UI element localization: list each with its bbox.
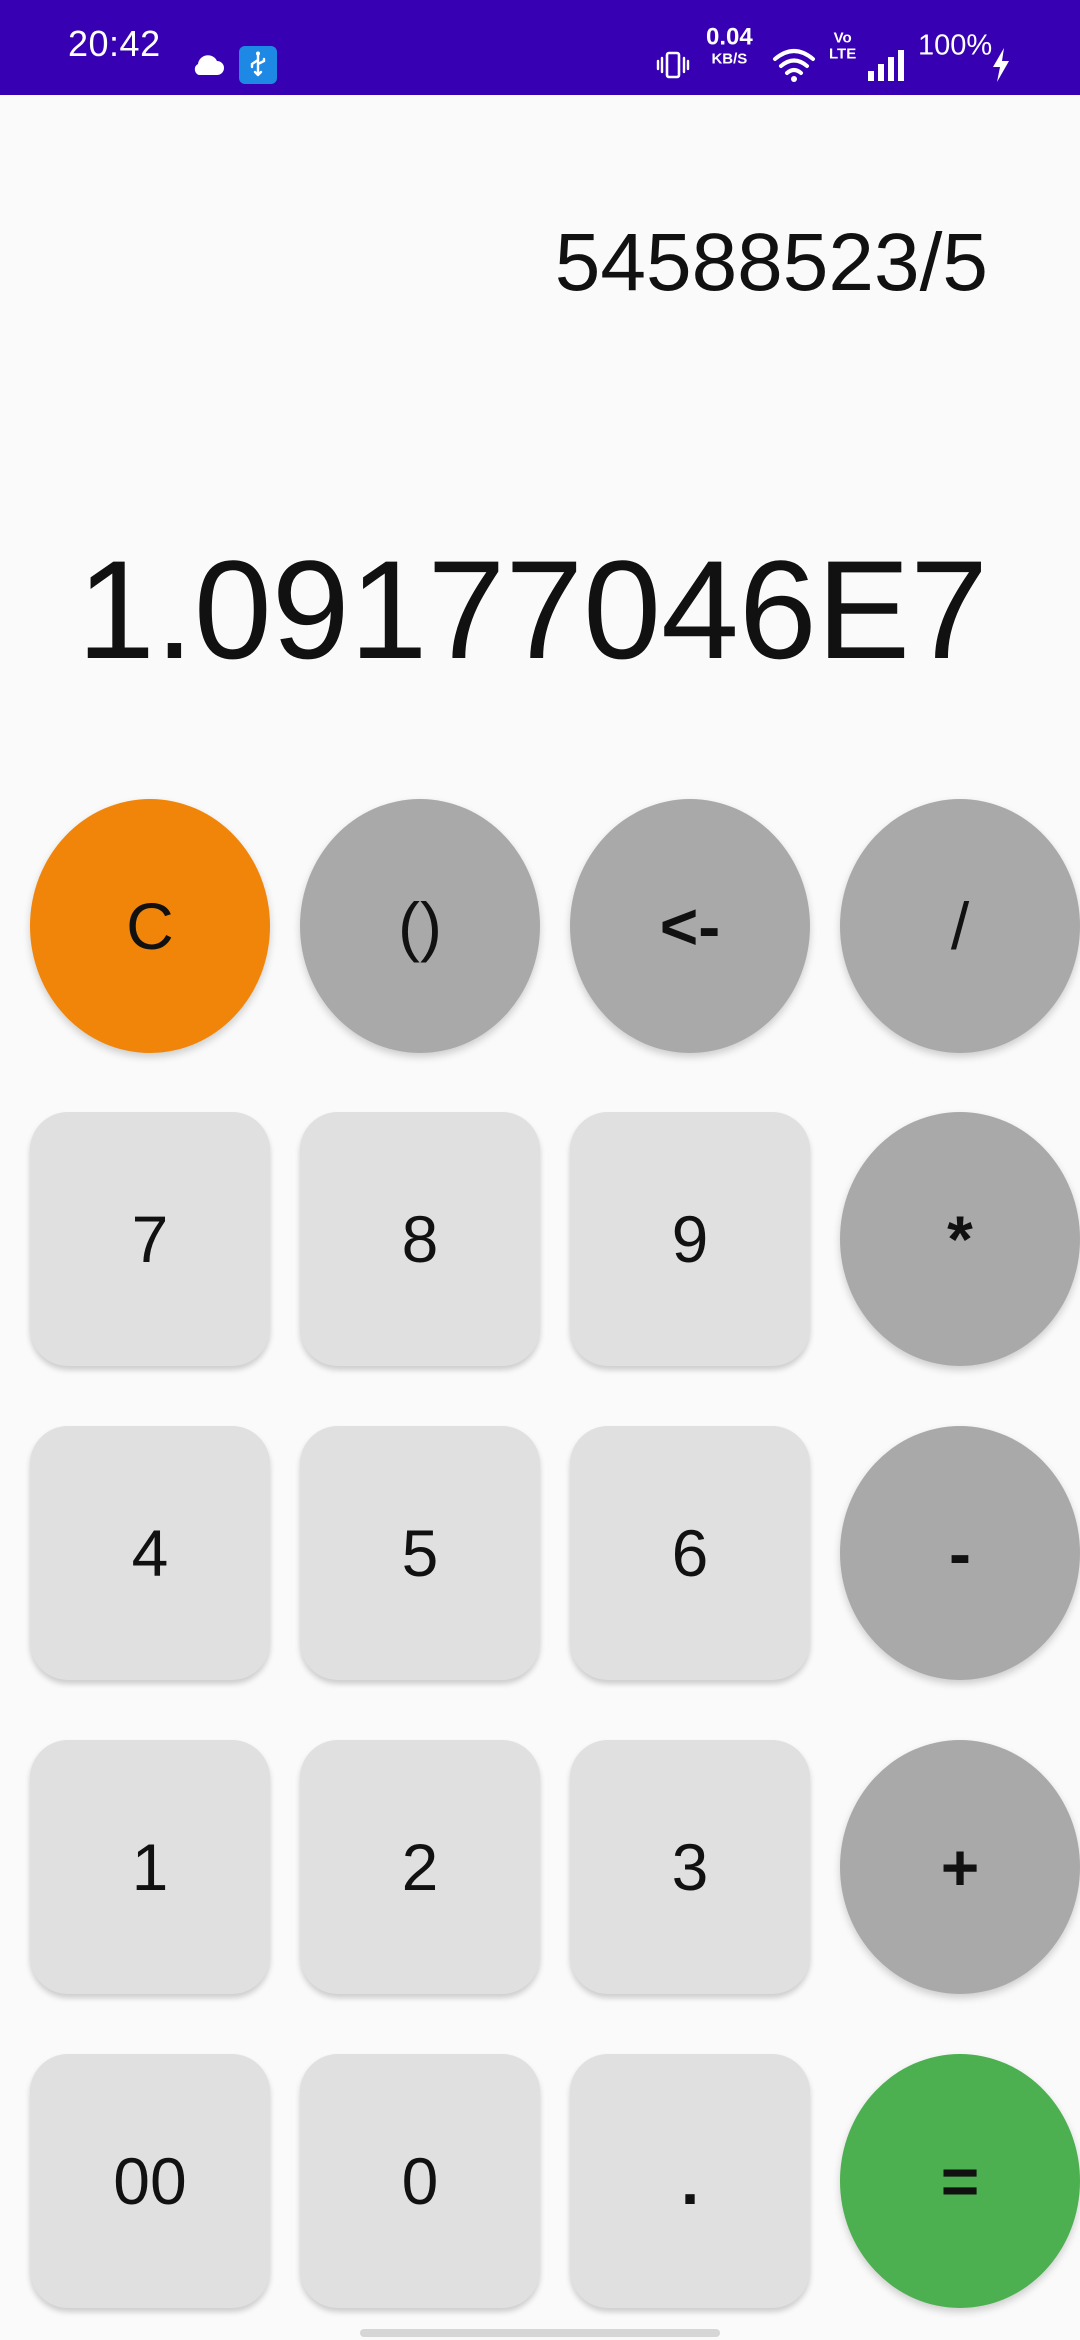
usb-icon (239, 46, 277, 84)
status-bar: 20:42 0.04 KB/S Vo LTE 100% (0, 0, 1080, 95)
charging-icon (990, 47, 1012, 83)
result-display: 1.09177046E7 (77, 531, 988, 688)
cloud-icon (190, 53, 224, 77)
parentheses-button[interactable]: () (300, 799, 540, 1053)
wifi-icon (772, 47, 816, 83)
multiply-button[interactable]: * (840, 1112, 1080, 1366)
backspace-button[interactable]: <- (570, 799, 810, 1053)
digit-5-button[interactable]: 5 (300, 1426, 540, 1680)
volte-indicator: Vo LTE (829, 30, 856, 62)
battery-percent: 100% (918, 29, 993, 62)
vibrate-icon (656, 48, 690, 82)
gesture-nav-handle[interactable] (360, 2329, 720, 2337)
network-speed-value: 0.04 (706, 23, 753, 51)
double-zero-button[interactable]: 00 (30, 2054, 270, 2308)
decimal-button[interactable]: . (570, 2054, 810, 2308)
divide-button[interactable]: / (840, 799, 1080, 1053)
expression-display: 54588523/5 (554, 217, 988, 308)
digit-2-button[interactable]: 2 (300, 1740, 540, 1994)
digit-1-button[interactable]: 1 (30, 1740, 270, 1994)
network-speed: 0.04 KB/S (706, 23, 753, 68)
add-button[interactable]: + (840, 1740, 1080, 1994)
signal-icon (866, 49, 906, 81)
volte-bottom: LTE (829, 45, 857, 62)
digit-8-button[interactable]: 8 (300, 1112, 540, 1366)
volte-top: Vo (833, 29, 852, 47)
digit-7-button[interactable]: 7 (30, 1112, 270, 1366)
status-time: 20:42 (68, 23, 161, 64)
digit-3-button[interactable]: 3 (570, 1740, 810, 1994)
equals-button[interactable]: = (840, 2054, 1080, 2308)
subtract-button[interactable]: - (840, 1426, 1080, 1680)
digit-0-button[interactable]: 0 (300, 2054, 540, 2308)
digit-4-button[interactable]: 4 (30, 1426, 270, 1680)
network-speed-unit: KB/S (711, 50, 748, 68)
digit-6-button[interactable]: 6 (570, 1426, 810, 1680)
clear-button[interactable]: C (30, 799, 270, 1053)
digit-9-button[interactable]: 9 (570, 1112, 810, 1366)
